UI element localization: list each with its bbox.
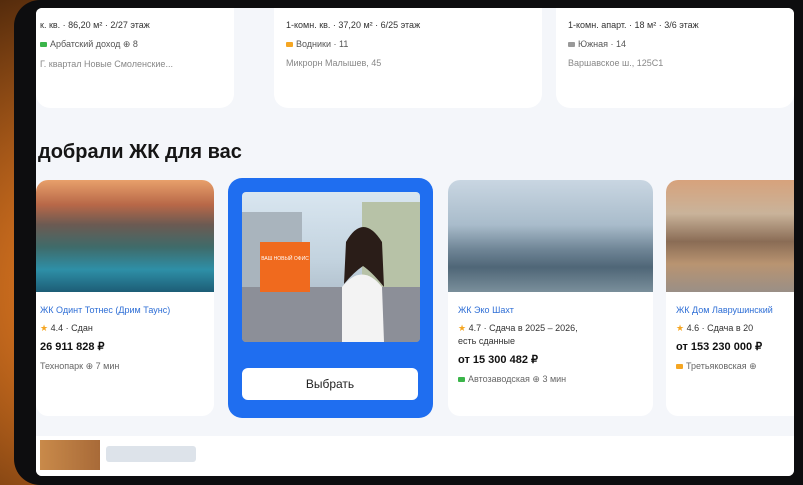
complex-card[interactable]: ЖК Дом Лаврушинский ★ 4.6 · Сдача в 20 о… <box>666 180 794 416</box>
bottom-banner <box>36 436 794 476</box>
listing-specs: 1-комн. кв. · 37,20 м² · 6/25 этаж <box>286 20 421 30</box>
select-button[interactable]: Выбрать <box>242 368 418 400</box>
banner-logo <box>106 446 196 462</box>
promo-badge: ВАШ НОВЫЙ ОФИС <box>260 242 310 292</box>
listing-card[interactable]: 1-комн. кв. · 37,20 м² · 6/25 этаж Водни… <box>274 8 542 108</box>
promo-photo: ВАШ НОВЫЙ ОФИС <box>242 192 420 342</box>
complex-price: 26 911 828 ₽ <box>40 341 105 353</box>
complex-photo <box>36 180 214 292</box>
listing-card[interactable]: к. кв. · 86,20 м² · 2/27 этаж Арбатский … <box>36 8 234 108</box>
complex-card[interactable]: ЖК Одинт Тотнес (Дрим Таунс) ★ 4.4 · Сда… <box>36 180 214 416</box>
complex-name: ЖК Одинт Тотнес (Дрим Таунс) <box>40 305 171 315</box>
complex-photo <box>448 180 653 292</box>
listing-metro: Арбатский доход ⊕ 8 <box>40 39 234 50</box>
metro-line-icon <box>676 364 683 369</box>
complex-price: от 15 300 482 ₽ <box>458 354 538 366</box>
complex-name: ЖК Дом Лаврушинский <box>676 305 773 315</box>
promo-card[interactable]: ВАШ НОВЫЙ ОФИС Выбрать <box>228 178 433 418</box>
metro-line-icon <box>40 42 47 47</box>
complex-photo <box>666 180 794 292</box>
listing-address: Микрорн Малышев, 45 <box>286 58 382 68</box>
listing-address: Г. квартал Новые Смоленские... <box>40 59 173 69</box>
complex-rating: ★ 4.7 · Сдача в 2025 – 2026, <box>458 323 578 333</box>
listing-metro: Южная · 14 <box>568 39 794 49</box>
banner-thumbnail <box>40 440 100 470</box>
complex-metro: Технопарк ⊕ 7 мин <box>40 361 120 371</box>
complex-rating: ★ 4.4 · Сдан <box>40 323 93 333</box>
metro-line-icon <box>458 377 465 382</box>
star-icon: ★ <box>458 323 467 333</box>
complex-metro: Автозаводская ⊕ 3 мин <box>458 375 578 384</box>
listing-address: Варшавское ш., 125С1 <box>568 58 664 68</box>
metro-line-icon <box>568 42 575 47</box>
complex-status: есть сданные <box>458 336 515 346</box>
listing-specs: 1-комн. апарт. · 18 м² · 3/6 этаж <box>568 20 699 30</box>
star-icon: ★ <box>40 323 49 333</box>
complex-price: от 153 230 000 ₽ <box>676 341 763 353</box>
listing-metro: Водники · 11 <box>286 39 542 49</box>
complex-metro: Третьяковская ⊕ <box>676 362 773 371</box>
complex-card[interactable]: ЖК Эко Шахт ★ 4.7 · Сдача в 2025 – 2026,… <box>448 180 653 416</box>
screen: к. кв. · 86,20 м² · 2/27 этаж Арбатский … <box>36 8 794 476</box>
complex-rating: ★ 4.6 · Сдача в 20 <box>676 323 754 333</box>
listing-card[interactable]: 1-комн. апарт. · 18 м² · 3/6 этаж Южная … <box>556 8 794 108</box>
complex-name: ЖК Эко Шахт <box>458 305 514 315</box>
section-title: добрали ЖК для вас <box>38 141 242 163</box>
listing-specs: к. кв. · 86,20 м² · 2/27 этаж <box>40 20 150 30</box>
star-icon: ★ <box>676 323 685 333</box>
metro-line-icon <box>286 42 293 47</box>
